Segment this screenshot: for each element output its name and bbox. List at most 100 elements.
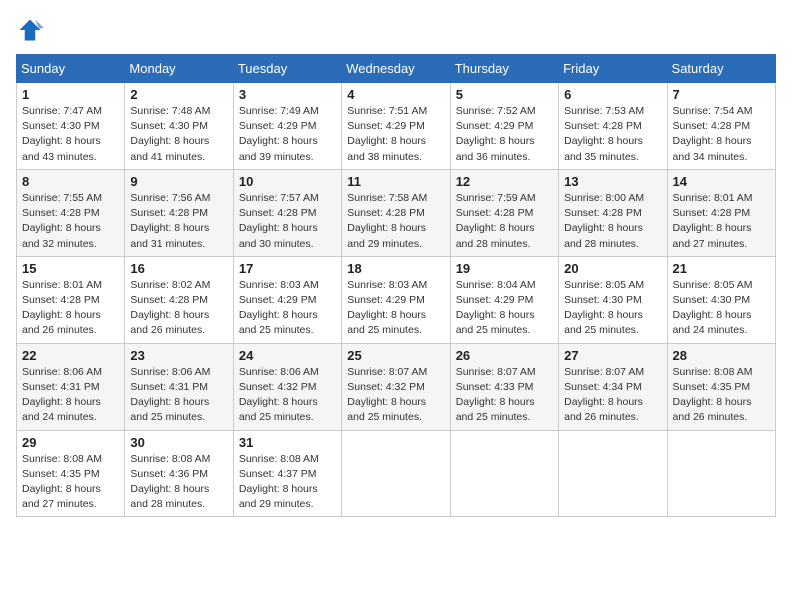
calendar-day-header: Saturday	[667, 55, 775, 83]
day-number: 9	[130, 174, 227, 189]
day-info: Sunrise: 8:00 AMSunset: 4:28 PMDaylight:…	[564, 191, 661, 252]
day-number: 28	[673, 348, 770, 363]
calendar-day-cell: 25 Sunrise: 8:07 AMSunset: 4:32 PMDaylig…	[342, 343, 450, 430]
calendar-day-cell: 18 Sunrise: 8:03 AMSunset: 4:29 PMDaylig…	[342, 256, 450, 343]
day-info: Sunrise: 8:06 AMSunset: 4:31 PMDaylight:…	[130, 365, 227, 426]
calendar-day-cell	[450, 430, 558, 517]
day-info: Sunrise: 7:47 AMSunset: 4:30 PMDaylight:…	[22, 104, 119, 165]
calendar-week-row: 1 Sunrise: 7:47 AMSunset: 4:30 PMDayligh…	[17, 83, 776, 170]
calendar-day-cell: 24 Sunrise: 8:06 AMSunset: 4:32 PMDaylig…	[233, 343, 341, 430]
day-number: 30	[130, 435, 227, 450]
day-info: Sunrise: 8:07 AMSunset: 4:32 PMDaylight:…	[347, 365, 444, 426]
day-info: Sunrise: 7:49 AMSunset: 4:29 PMDaylight:…	[239, 104, 336, 165]
day-number: 23	[130, 348, 227, 363]
day-info: Sunrise: 7:48 AMSunset: 4:30 PMDaylight:…	[130, 104, 227, 165]
logo-icon	[16, 16, 44, 44]
calendar-day-cell: 30 Sunrise: 8:08 AMSunset: 4:36 PMDaylig…	[125, 430, 233, 517]
day-number: 13	[564, 174, 661, 189]
day-number: 22	[22, 348, 119, 363]
calendar-day-cell: 7 Sunrise: 7:54 AMSunset: 4:28 PMDayligh…	[667, 83, 775, 170]
calendar-day-cell: 15 Sunrise: 8:01 AMSunset: 4:28 PMDaylig…	[17, 256, 125, 343]
calendar-day-cell: 27 Sunrise: 8:07 AMSunset: 4:34 PMDaylig…	[559, 343, 667, 430]
day-number: 24	[239, 348, 336, 363]
day-info: Sunrise: 8:06 AMSunset: 4:31 PMDaylight:…	[22, 365, 119, 426]
day-number: 11	[347, 174, 444, 189]
day-number: 20	[564, 261, 661, 276]
calendar-day-cell: 14 Sunrise: 8:01 AMSunset: 4:28 PMDaylig…	[667, 169, 775, 256]
calendar-week-row: 29 Sunrise: 8:08 AMSunset: 4:35 PMDaylig…	[17, 430, 776, 517]
calendar-day-cell: 1 Sunrise: 7:47 AMSunset: 4:30 PMDayligh…	[17, 83, 125, 170]
calendar-day-cell: 3 Sunrise: 7:49 AMSunset: 4:29 PMDayligh…	[233, 83, 341, 170]
calendar-day-cell	[559, 430, 667, 517]
day-info: Sunrise: 8:04 AMSunset: 4:29 PMDaylight:…	[456, 278, 553, 339]
day-number: 17	[239, 261, 336, 276]
day-info: Sunrise: 8:08 AMSunset: 4:35 PMDaylight:…	[22, 452, 119, 513]
calendar-day-cell: 2 Sunrise: 7:48 AMSunset: 4:30 PMDayligh…	[125, 83, 233, 170]
calendar-day-cell: 4 Sunrise: 7:51 AMSunset: 4:29 PMDayligh…	[342, 83, 450, 170]
day-info: Sunrise: 8:01 AMSunset: 4:28 PMDaylight:…	[673, 191, 770, 252]
day-info: Sunrise: 7:58 AMSunset: 4:28 PMDaylight:…	[347, 191, 444, 252]
day-number: 3	[239, 87, 336, 102]
day-info: Sunrise: 7:53 AMSunset: 4:28 PMDaylight:…	[564, 104, 661, 165]
day-info: Sunrise: 8:07 AMSunset: 4:33 PMDaylight:…	[456, 365, 553, 426]
calendar-day-cell: 6 Sunrise: 7:53 AMSunset: 4:28 PMDayligh…	[559, 83, 667, 170]
day-info: Sunrise: 8:08 AMSunset: 4:35 PMDaylight:…	[673, 365, 770, 426]
calendar-day-cell: 8 Sunrise: 7:55 AMSunset: 4:28 PMDayligh…	[17, 169, 125, 256]
calendar-day-header: Wednesday	[342, 55, 450, 83]
calendar-day-cell: 12 Sunrise: 7:59 AMSunset: 4:28 PMDaylig…	[450, 169, 558, 256]
calendar-day-cell: 11 Sunrise: 7:58 AMSunset: 4:28 PMDaylig…	[342, 169, 450, 256]
day-info: Sunrise: 8:01 AMSunset: 4:28 PMDaylight:…	[22, 278, 119, 339]
day-info: Sunrise: 7:57 AMSunset: 4:28 PMDaylight:…	[239, 191, 336, 252]
calendar-day-header: Tuesday	[233, 55, 341, 83]
calendar-day-cell: 20 Sunrise: 8:05 AMSunset: 4:30 PMDaylig…	[559, 256, 667, 343]
day-info: Sunrise: 8:08 AMSunset: 4:36 PMDaylight:…	[130, 452, 227, 513]
calendar-day-cell: 23 Sunrise: 8:06 AMSunset: 4:31 PMDaylig…	[125, 343, 233, 430]
day-number: 26	[456, 348, 553, 363]
day-number: 7	[673, 87, 770, 102]
day-number: 25	[347, 348, 444, 363]
day-number: 27	[564, 348, 661, 363]
calendar-day-cell: 17 Sunrise: 8:03 AMSunset: 4:29 PMDaylig…	[233, 256, 341, 343]
calendar-day-header: Thursday	[450, 55, 558, 83]
day-number: 10	[239, 174, 336, 189]
day-number: 6	[564, 87, 661, 102]
day-info: Sunrise: 7:55 AMSunset: 4:28 PMDaylight:…	[22, 191, 119, 252]
day-info: Sunrise: 7:56 AMSunset: 4:28 PMDaylight:…	[130, 191, 227, 252]
calendar-week-row: 15 Sunrise: 8:01 AMSunset: 4:28 PMDaylig…	[17, 256, 776, 343]
calendar-day-header: Monday	[125, 55, 233, 83]
logo	[16, 16, 48, 44]
day-info: Sunrise: 8:03 AMSunset: 4:29 PMDaylight:…	[347, 278, 444, 339]
day-number: 2	[130, 87, 227, 102]
day-info: Sunrise: 8:08 AMSunset: 4:37 PMDaylight:…	[239, 452, 336, 513]
day-info: Sunrise: 7:51 AMSunset: 4:29 PMDaylight:…	[347, 104, 444, 165]
calendar-day-cell	[342, 430, 450, 517]
calendar-day-cell: 19 Sunrise: 8:04 AMSunset: 4:29 PMDaylig…	[450, 256, 558, 343]
calendar-day-header: Sunday	[17, 55, 125, 83]
day-info: Sunrise: 8:05 AMSunset: 4:30 PMDaylight:…	[673, 278, 770, 339]
day-info: Sunrise: 7:54 AMSunset: 4:28 PMDaylight:…	[673, 104, 770, 165]
day-number: 5	[456, 87, 553, 102]
day-info: Sunrise: 8:05 AMSunset: 4:30 PMDaylight:…	[564, 278, 661, 339]
calendar-day-cell	[667, 430, 775, 517]
calendar-day-cell: 29 Sunrise: 8:08 AMSunset: 4:35 PMDaylig…	[17, 430, 125, 517]
calendar-day-cell: 5 Sunrise: 7:52 AMSunset: 4:29 PMDayligh…	[450, 83, 558, 170]
calendar-header-row: SundayMondayTuesdayWednesdayThursdayFrid…	[17, 55, 776, 83]
day-number: 29	[22, 435, 119, 450]
calendar-day-header: Friday	[559, 55, 667, 83]
day-number: 12	[456, 174, 553, 189]
day-number: 18	[347, 261, 444, 276]
day-number: 8	[22, 174, 119, 189]
calendar-day-cell: 28 Sunrise: 8:08 AMSunset: 4:35 PMDaylig…	[667, 343, 775, 430]
day-number: 19	[456, 261, 553, 276]
calendar-day-cell: 21 Sunrise: 8:05 AMSunset: 4:30 PMDaylig…	[667, 256, 775, 343]
day-info: Sunrise: 8:06 AMSunset: 4:32 PMDaylight:…	[239, 365, 336, 426]
calendar-week-row: 22 Sunrise: 8:06 AMSunset: 4:31 PMDaylig…	[17, 343, 776, 430]
calendar-day-cell: 10 Sunrise: 7:57 AMSunset: 4:28 PMDaylig…	[233, 169, 341, 256]
page-header	[16, 16, 776, 44]
calendar-day-cell: 22 Sunrise: 8:06 AMSunset: 4:31 PMDaylig…	[17, 343, 125, 430]
calendar-body: 1 Sunrise: 7:47 AMSunset: 4:30 PMDayligh…	[17, 83, 776, 517]
day-number: 31	[239, 435, 336, 450]
calendar-day-cell: 9 Sunrise: 7:56 AMSunset: 4:28 PMDayligh…	[125, 169, 233, 256]
calendar-week-row: 8 Sunrise: 7:55 AMSunset: 4:28 PMDayligh…	[17, 169, 776, 256]
day-info: Sunrise: 7:59 AMSunset: 4:28 PMDaylight:…	[456, 191, 553, 252]
